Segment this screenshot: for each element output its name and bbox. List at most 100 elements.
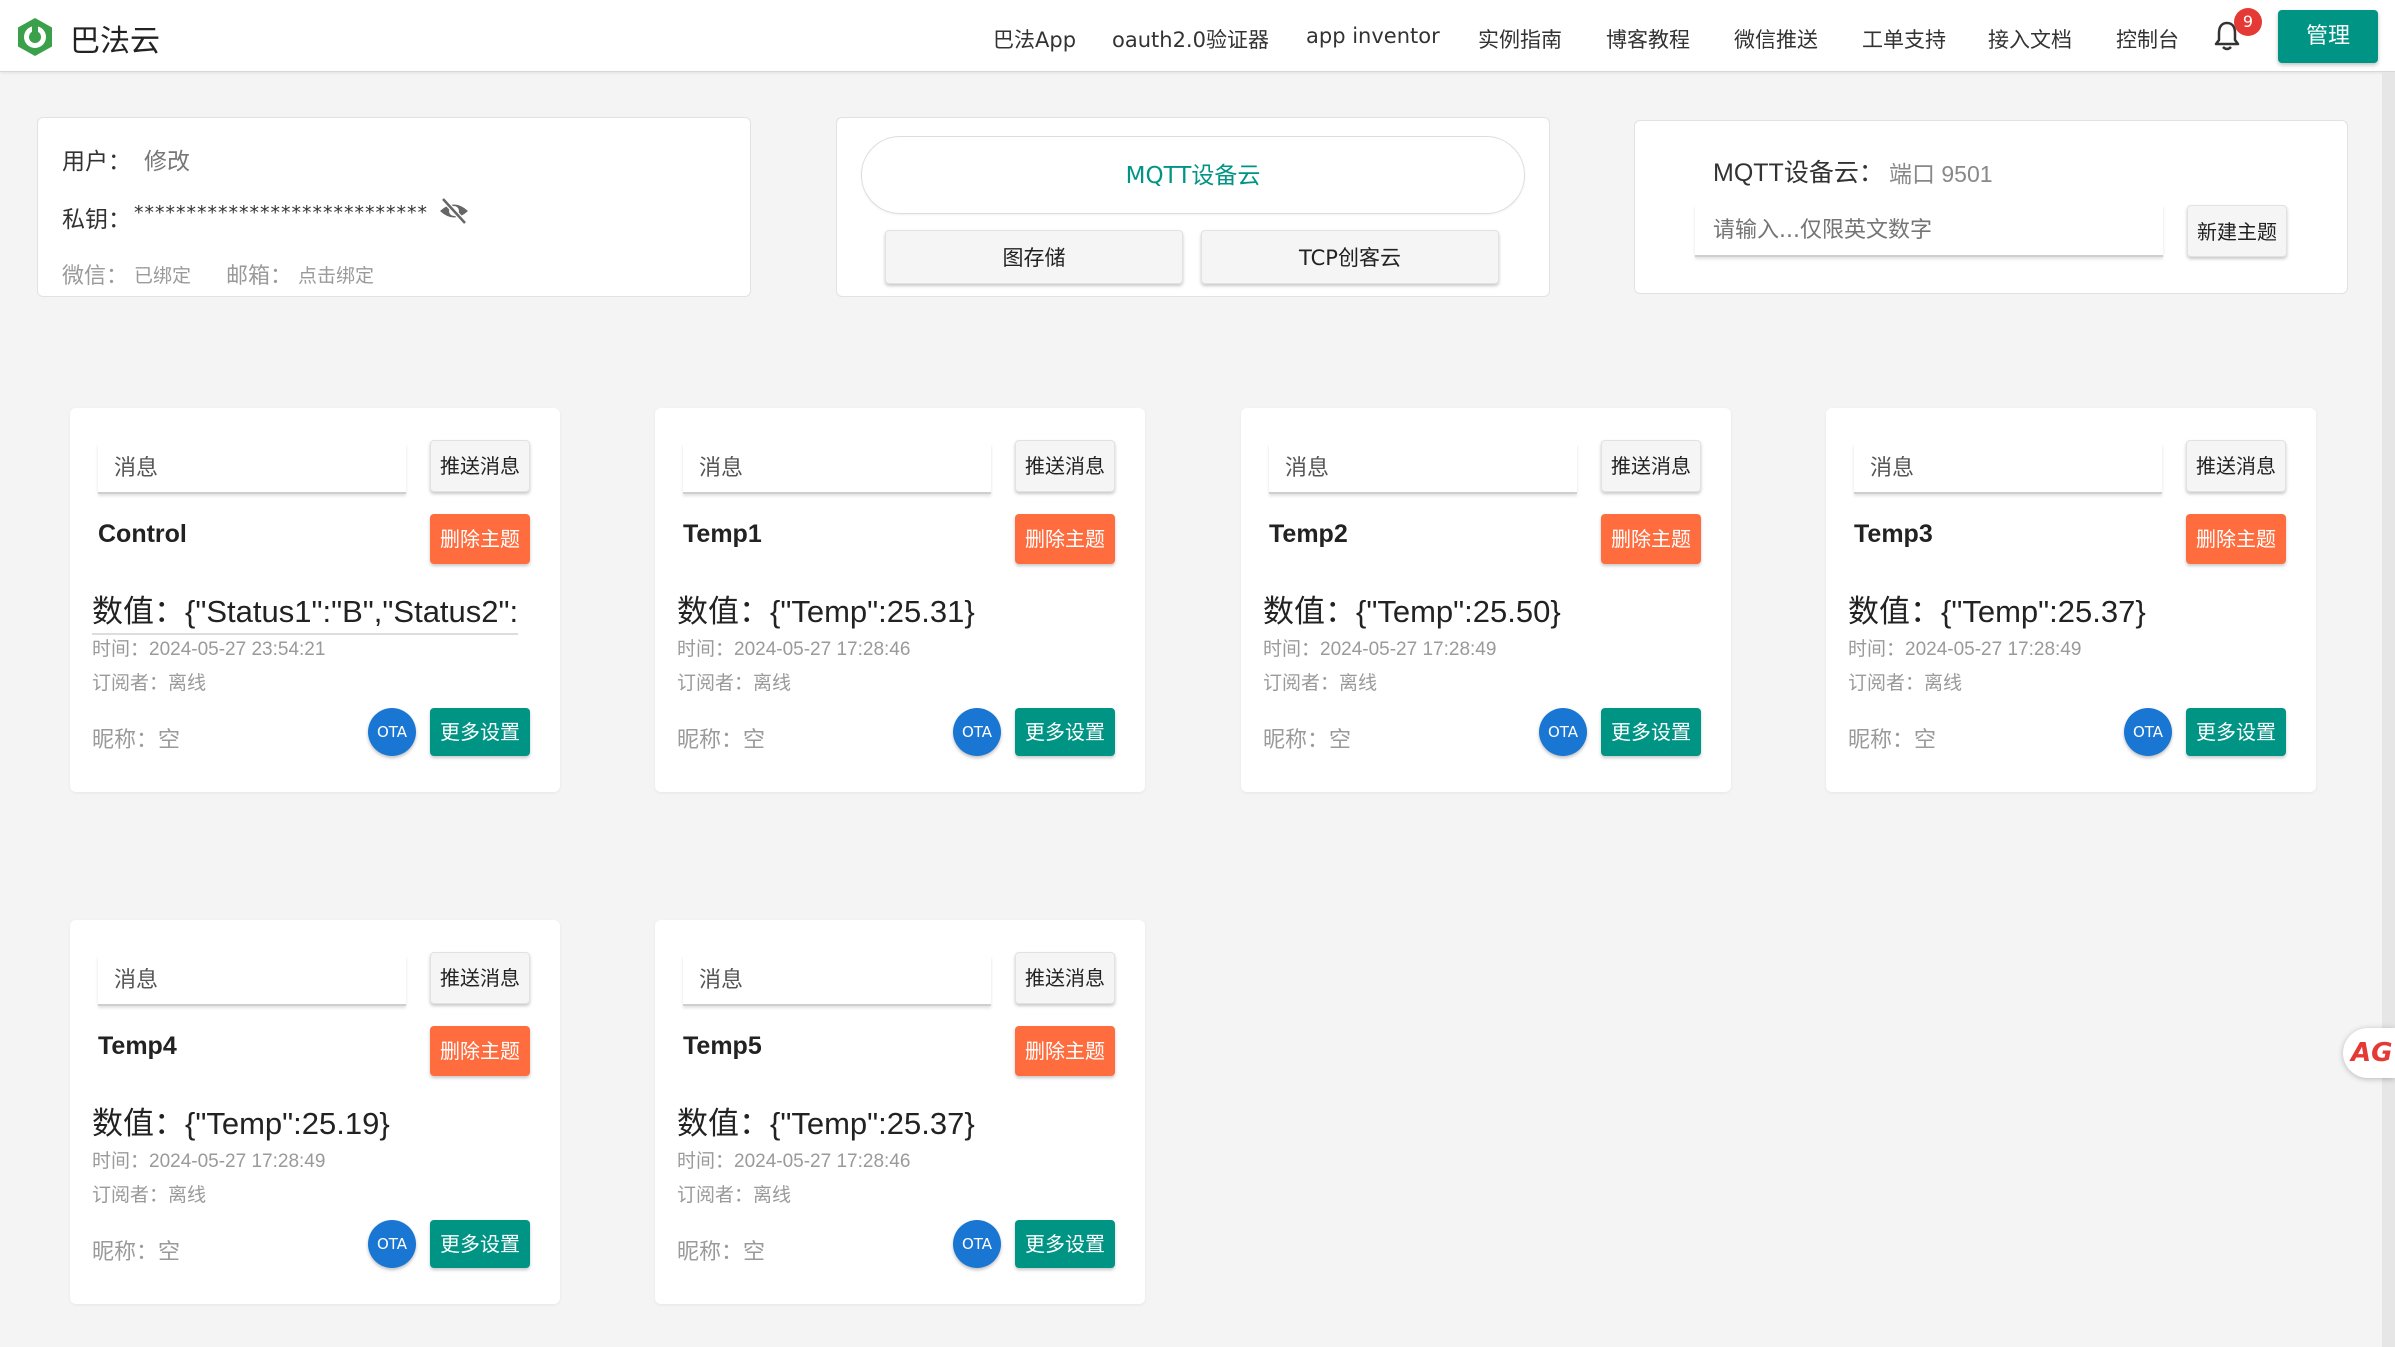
email-label: 邮箱：: [226, 264, 293, 289]
wechat-label: 微信：: [62, 264, 129, 289]
topic-time: 时间：2024-05-27 17:28:49: [1848, 639, 2082, 660]
cloud-selector-panel: MQTT设备云 图存储 TCP创客云: [836, 117, 1550, 297]
wechat-status: 已绑定: [134, 265, 192, 287]
push-message-button[interactable]: 推送消息: [1015, 952, 1115, 1004]
message-input[interactable]: [683, 444, 991, 494]
topic-card: 推送消息 Temp2 删除主题数值：{"Temp":25.50} 时间：2024-05…: [1241, 408, 1731, 792]
ota-button[interactable]: OTA: [953, 1220, 1001, 1268]
floating-ag-badge[interactable]: AG: [2343, 1028, 2395, 1078]
topic-time: 时间：2024-05-27 17:28:46: [677, 1151, 911, 1172]
mqtt-cloud-title: MQTT设备云：: [1713, 159, 1884, 187]
user-edit-link[interactable]: 修改: [144, 142, 190, 176]
new-topic-button[interactable]: 新建主题: [2187, 205, 2287, 257]
delete-topic-button[interactable]: 删除主题: [430, 514, 530, 564]
topic-card: 推送消息 Temp3 删除主题数值：{"Temp":25.37} 时间：2024-05…: [1826, 408, 2316, 792]
user-label: 用户：: [62, 149, 131, 175]
subscriber-status: 订阅者：离线: [92, 672, 207, 694]
push-message-button[interactable]: 推送消息: [430, 952, 530, 1004]
topic-time: 时间：2024-05-27 17:28:49: [92, 1151, 326, 1172]
nav-app-inventor[interactable]: app inventor: [1306, 24, 1440, 48]
topic-title: Control: [98, 520, 187, 548]
message-input[interactable]: [1269, 444, 1577, 494]
ota-button[interactable]: OTA: [953, 708, 1001, 756]
message-input[interactable]: [683, 956, 991, 1006]
topic-time: 时间：2024-05-27 17:28:49: [1263, 639, 1497, 660]
nav-wechat-push[interactable]: 微信推送: [1734, 24, 1818, 54]
topic-nickname: 昵称：空: [677, 728, 766, 753]
message-input[interactable]: [1854, 444, 2162, 494]
more-settings-button[interactable]: 更多设置: [430, 708, 530, 756]
topic-title: Temp1: [683, 520, 762, 548]
subscriber-status: 订阅者：离线: [1848, 672, 1963, 694]
top-navbar: 巴法云 巴法App oauth2.0验证器 app inventor 实例指南 …: [0, 0, 2395, 72]
topic-nickname: 昵称：空: [677, 1240, 766, 1265]
push-message-button[interactable]: 推送消息: [2186, 440, 2286, 492]
mqtt-cloud-button[interactable]: MQTT设备云: [861, 136, 1525, 214]
message-input[interactable]: [98, 956, 406, 1006]
delete-topic-button[interactable]: 删除主题: [1015, 514, 1115, 564]
topic-value: 数值：{"Temp":25.37}: [1848, 594, 2146, 629]
manage-button[interactable]: 管理: [2278, 10, 2378, 63]
new-topic-panel: MQTT设备云： 端口 9501 新建主题: [1634, 120, 2348, 294]
bafa-logo-icon[interactable]: [14, 16, 56, 58]
nav-blog[interactable]: 博客教程: [1606, 24, 1690, 54]
topic-name-input[interactable]: [1695, 205, 2163, 257]
push-message-button[interactable]: 推送消息: [1015, 440, 1115, 492]
subscriber-status: 订阅者：离线: [92, 1184, 207, 1206]
topic-value: 数值：{"Status1":"B","Status2":"B": [92, 586, 518, 635]
brand-name[interactable]: 巴法云: [70, 16, 160, 60]
delete-topic-button[interactable]: 删除主题: [430, 1026, 530, 1076]
topic-time: 时间：2024-05-27 23:54:21: [92, 639, 326, 660]
topic-card: 推送消息 Temp4 删除主题数值：{"Temp":25.19} 时间：2024-05…: [70, 920, 560, 1304]
user-panel: 用户： 修改 私钥： **************************** …: [37, 117, 751, 297]
topic-value: 数值：{"Temp":25.37}: [677, 1106, 975, 1141]
tcp-maker-cloud-button[interactable]: TCP创客云: [1201, 230, 1499, 284]
more-settings-button[interactable]: 更多设置: [1601, 708, 1701, 756]
topic-nickname: 昵称：空: [1263, 728, 1352, 753]
port-info: 端口 9501: [1889, 161, 1993, 187]
more-settings-button[interactable]: 更多设置: [2186, 708, 2286, 756]
image-storage-button[interactable]: 图存储: [885, 230, 1183, 284]
nav-console[interactable]: 控制台: [2116, 24, 2179, 54]
eye-off-icon[interactable]: [438, 196, 470, 226]
topic-card: 推送消息 Control 删除主题数值：{"Status1":"B","Status…: [70, 408, 560, 792]
topic-title: Temp4: [98, 1032, 177, 1060]
topic-card: 推送消息 Temp1 删除主题数值：{"Temp":25.31} 时间：2024-05…: [655, 408, 1145, 792]
push-message-button[interactable]: 推送消息: [430, 440, 530, 492]
topic-value: 数值：{"Temp":25.50}: [1263, 594, 1561, 629]
nav-docs[interactable]: 接入文档: [1988, 24, 2072, 54]
notification-badge: 9: [2234, 8, 2262, 36]
ota-button[interactable]: OTA: [368, 1220, 416, 1268]
private-key-label: 私钥：: [62, 207, 131, 233]
topic-value: 数值：{"Temp":25.31}: [677, 594, 975, 629]
ota-button[interactable]: OTA: [1539, 708, 1587, 756]
ota-button[interactable]: OTA: [368, 708, 416, 756]
more-settings-button[interactable]: 更多设置: [1015, 708, 1115, 756]
topic-card: 推送消息 Temp5 删除主题数值：{"Temp":25.37} 时间：2024-05…: [655, 920, 1145, 1304]
email-bind-link[interactable]: 点击绑定: [298, 261, 374, 288]
private-key-value: ****************************: [134, 202, 428, 224]
delete-topic-button[interactable]: 删除主题: [1015, 1026, 1115, 1076]
topic-nickname: 昵称：空: [92, 1240, 181, 1265]
push-message-button[interactable]: 推送消息: [1601, 440, 1701, 492]
scrollbar[interactable]: [2382, 72, 2395, 1347]
topic-title: Temp2: [1269, 520, 1348, 548]
nav-bafa-app[interactable]: 巴法App: [993, 24, 1076, 54]
topic-time: 时间：2024-05-27 17:28:46: [677, 639, 911, 660]
delete-topic-button[interactable]: 删除主题: [1601, 514, 1701, 564]
subscriber-status: 订阅者：离线: [677, 1184, 792, 1206]
subscriber-status: 订阅者：离线: [677, 672, 792, 694]
nav-examples[interactable]: 实例指南: [1478, 24, 1562, 54]
more-settings-button[interactable]: 更多设置: [430, 1220, 530, 1268]
subscriber-status: 订阅者：离线: [1263, 672, 1378, 694]
ota-button[interactable]: OTA: [2124, 708, 2172, 756]
topic-nickname: 昵称：空: [1848, 728, 1937, 753]
more-settings-button[interactable]: 更多设置: [1015, 1220, 1115, 1268]
nav-ticket-support[interactable]: 工单支持: [1862, 24, 1946, 54]
message-input[interactable]: [98, 444, 406, 494]
topic-value: 数值：{"Temp":25.19}: [92, 1106, 390, 1141]
topic-title: Temp5: [683, 1032, 762, 1060]
nav-oauth-verifier[interactable]: oauth2.0验证器: [1112, 24, 1269, 54]
delete-topic-button[interactable]: 删除主题: [2186, 514, 2286, 564]
topic-title: Temp3: [1854, 520, 1933, 548]
